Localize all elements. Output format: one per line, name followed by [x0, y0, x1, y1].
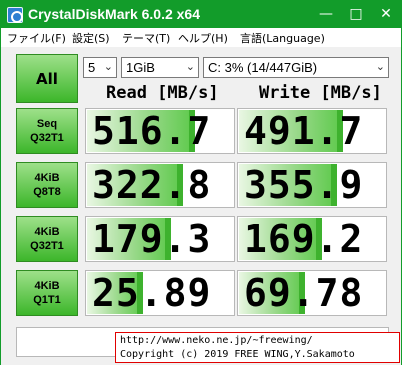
minimize-icon[interactable]: —: [311, 1, 341, 28]
credit-url: http://www.neko.ne.jp/~freewing/: [120, 335, 313, 346]
drive-select[interactable]: C: 3% (14/447GiB) ⌄: [203, 57, 389, 78]
test-label-line2: Q32T1: [30, 240, 64, 252]
4kib-q32t1-read-result: 179.3: [85, 216, 235, 262]
read-value: 179.3: [92, 217, 212, 261]
test-label-line1: 4KiB: [34, 226, 60, 238]
seq-q32t1-read-result: 516.7: [85, 108, 235, 154]
4kib-q8t8-write-result: 355.9: [237, 162, 387, 208]
test-label-line2: Q32T1: [30, 132, 64, 144]
write-value: 491.7: [244, 109, 364, 153]
seq-q32t1-button[interactable]: Seq Q32T1: [16, 108, 78, 154]
menu-language[interactable]: 言語(Language): [240, 30, 325, 46]
test-label-line2: Q1T1: [33, 294, 61, 306]
run-all-button[interactable]: All: [16, 54, 78, 103]
write-header: Write [MB/s]: [259, 83, 382, 103]
test-label-line1: Seq: [36, 118, 58, 130]
app-window: CrystalDiskMark 6.0.2 x64 — □ ✕ ファイル(F) …: [0, 0, 402, 365]
chevron-down-icon: ⌄: [375, 61, 385, 73]
read-value: 322.8: [92, 163, 212, 207]
test-count-value: 5: [88, 60, 96, 75]
seq-q32t1-write-result: 491.7: [237, 108, 387, 154]
main-panel: All 5 ⌄ 1GiB ⌄ C: 3% (14/447GiB) ⌄ Read …: [1, 47, 401, 365]
menu-help[interactable]: ヘルプ(H): [178, 30, 228, 46]
credit-copyright: Copyright (c) 2019 FREE WING,Y.Sakamoto: [120, 349, 355, 360]
title-bar[interactable]: CrystalDiskMark 6.0.2 x64 — □ ✕: [1, 1, 401, 28]
test-size-select[interactable]: 1GiB ⌄: [121, 57, 199, 78]
credit-banner: http://www.neko.ne.jp/~freewing/ Copyrig…: [115, 332, 400, 363]
menu-theme[interactable]: テーマ(T): [122, 30, 170, 46]
test-label-line2: Q8T8: [33, 186, 61, 198]
4kib-q32t1-button[interactable]: 4KiB Q32T1: [16, 216, 78, 262]
read-value: 516.7: [92, 109, 212, 153]
write-value: 69.78: [244, 271, 364, 315]
4kib-q1t1-write-result: 69.78: [237, 270, 387, 316]
menu-settings[interactable]: 設定(S): [72, 30, 110, 46]
4kib-q32t1-write-result: 169.2: [237, 216, 387, 262]
close-icon[interactable]: ✕: [371, 1, 401, 28]
crystaldiskmark-app-icon: [7, 7, 23, 23]
test-label-line1: 4KiB: [34, 280, 60, 292]
maximize-icon[interactable]: □: [341, 1, 371, 28]
menu-bar: ファイル(F) 設定(S) テーマ(T) ヘルプ(H) 言語(Language): [1, 28, 401, 47]
test-label-line1: 4KiB: [34, 172, 60, 184]
write-value: 355.9: [244, 163, 364, 207]
write-value: 169.2: [244, 217, 364, 261]
chevron-down-icon: ⌄: [185, 61, 195, 73]
4kib-q1t1-button[interactable]: 4KiB Q1T1: [16, 270, 78, 316]
4kib-q1t1-read-result: 25.89: [85, 270, 235, 316]
read-value: 25.89: [92, 271, 212, 315]
drive-value: C: 3% (14/447GiB): [208, 60, 318, 75]
window-title: CrystalDiskMark 6.0.2 x64: [28, 6, 200, 22]
test-size-value: 1GiB: [126, 60, 155, 75]
chevron-down-icon: ⌄: [103, 61, 113, 73]
read-header: Read [MB/s]: [106, 83, 219, 103]
test-count-select[interactable]: 5 ⌄: [83, 57, 117, 78]
menu-file[interactable]: ファイル(F): [7, 30, 66, 46]
4kib-q8t8-button[interactable]: 4KiB Q8T8: [16, 162, 78, 208]
4kib-q8t8-read-result: 322.8: [85, 162, 235, 208]
